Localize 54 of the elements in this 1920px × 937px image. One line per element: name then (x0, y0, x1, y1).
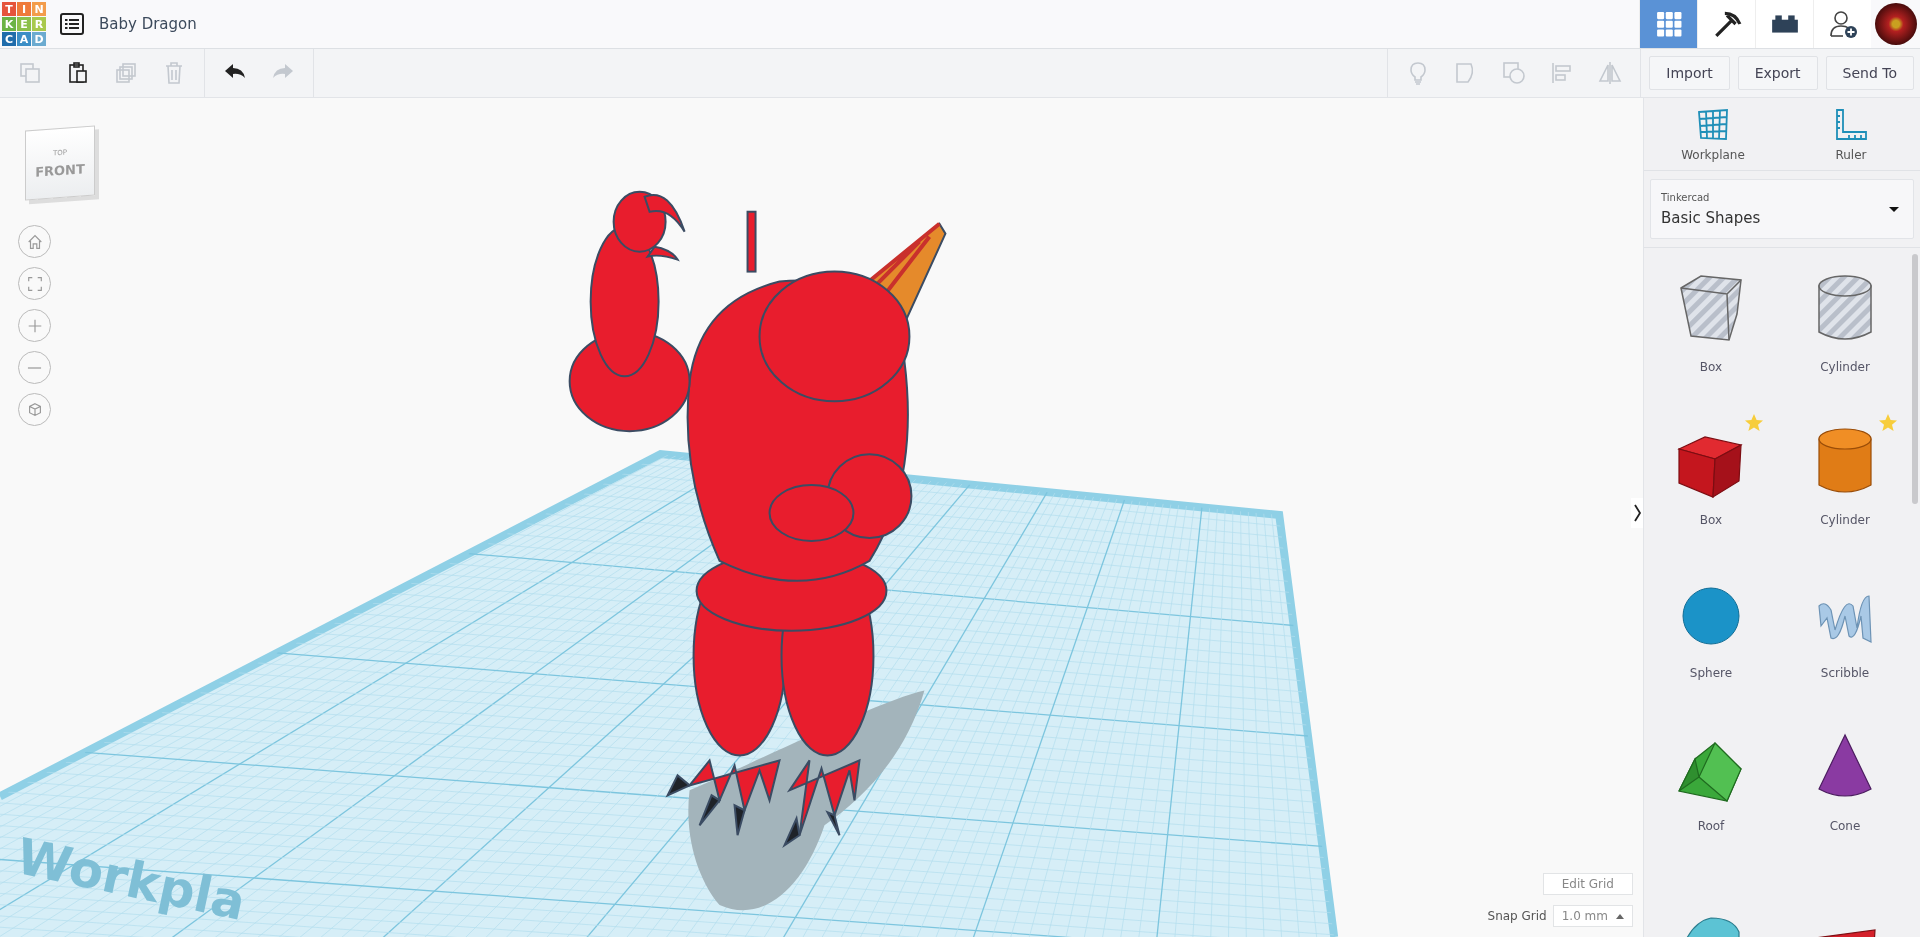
zoom-in-view-button[interactable] (18, 309, 51, 342)
shape-label: Cone (1829, 819, 1861, 833)
user-avatar[interactable] (1875, 3, 1917, 45)
perspective-view-button[interactable] (18, 393, 51, 426)
shape-label: Sphere (1689, 666, 1733, 680)
grid-plane-icon (1696, 108, 1730, 142)
grid-icon (1655, 11, 1682, 37)
logo-letter: A (17, 32, 31, 46)
workplane-label: Workpla (11, 827, 251, 933)
stack-icon (114, 61, 138, 85)
workplane-tool[interactable]: Workplane (1663, 108, 1763, 162)
logo-letter: N (32, 2, 46, 16)
tinkercad-logo[interactable]: T I N K E R C A D (2, 2, 46, 46)
shape-label: Cylinder (1820, 360, 1870, 374)
home-icon (25, 232, 44, 251)
bricks-nav-button[interactable] (1755, 0, 1813, 48)
zoom-out-view-button[interactable] (18, 351, 51, 384)
logo-letter: E (17, 17, 31, 31)
ruler-icon (1834, 108, 1868, 142)
fit-corners-icon (25, 274, 44, 293)
logo-letter: C (2, 32, 16, 46)
shape-label: Box (1699, 513, 1723, 527)
snap-grid-dropdown[interactable]: 1.0 mm (1552, 905, 1633, 927)
square-circle-icon (1502, 61, 1527, 85)
add-user-nav-button[interactable] (1813, 0, 1871, 48)
collapse-chevron-icon[interactable] (1631, 498, 1643, 528)
copy-icon (18, 61, 42, 85)
edit-grid-button[interactable]: Edit Grid (1542, 873, 1633, 895)
toolbar-action-button[interactable]: Export (1737, 56, 1818, 90)
shape-label: Scribble (1820, 666, 1870, 680)
clipboard-icon (66, 61, 90, 85)
logo-letter: I (17, 2, 31, 16)
minus-icon (27, 365, 42, 370)
home-view-button[interactable] (18, 225, 51, 258)
design-title[interactable]: Baby Dragon (99, 15, 197, 33)
shape-label: Roof (1697, 819, 1725, 833)
shape-library-dropdown[interactable]: Tinkercad Basic Shapes (1650, 179, 1914, 239)
fit-view-button[interactable] (18, 267, 51, 300)
toolbar-action-button[interactable]: Import (1649, 56, 1730, 90)
logo-letter: R (32, 17, 46, 31)
logo-letter: D (32, 32, 46, 46)
shape-label: Box (1699, 360, 1723, 374)
snap-grid-label: Snap Grid (1487, 909, 1547, 923)
toolbar-action-button[interactable]: Send To (1825, 56, 1914, 90)
mirror-icon (1598, 61, 1623, 85)
ruler-tool[interactable]: Ruler (1801, 108, 1901, 162)
logo-letter: T (2, 2, 16, 16)
shape-label: Cylinder (1820, 513, 1870, 527)
add-user-icon (1827, 9, 1858, 39)
logo-letter: K (2, 17, 16, 31)
list-icon[interactable] (60, 13, 84, 35)
brick-icon (1769, 13, 1800, 35)
cube-front-label: FRONT (35, 160, 85, 180)
pickaxe-nav-button[interactable] (1697, 0, 1755, 48)
